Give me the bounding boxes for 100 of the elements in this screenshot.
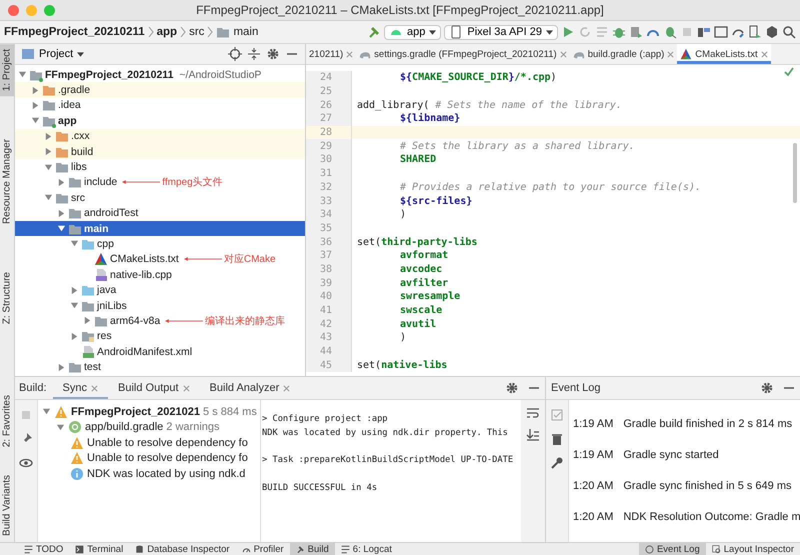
build-tree-item[interactable]: Unable to resolve dependency fo xyxy=(38,435,260,450)
expand-arrow-icon[interactable] xyxy=(70,286,79,295)
tree-item[interactable]: libs xyxy=(15,159,305,175)
close-icon[interactable] xyxy=(91,384,98,392)
wrap-icon[interactable] xyxy=(526,406,540,420)
close-icon[interactable] xyxy=(560,50,567,58)
eye-icon[interactable] xyxy=(19,456,33,470)
tree-item[interactable]: res xyxy=(15,328,305,344)
window-icon[interactable] xyxy=(714,25,728,39)
project-view-dropdown[interactable]: Project xyxy=(21,47,84,61)
build-tab[interactable]: Sync xyxy=(52,377,108,399)
collapse-arrow-icon[interactable] xyxy=(70,301,79,310)
hammer-icon[interactable] xyxy=(367,25,382,39)
tree-item[interactable]: app xyxy=(15,113,305,129)
side-tab[interactable]: Z: Structure xyxy=(0,267,14,330)
breadcrumb[interactable]: app xyxy=(156,26,178,38)
tree-item[interactable]: include ffmpeg头文件 xyxy=(15,174,305,190)
tree-item[interactable]: .idea xyxy=(15,98,305,114)
collapse-icon[interactable] xyxy=(247,47,261,61)
device-icon[interactable] xyxy=(748,25,762,39)
expand-arrow-icon[interactable] xyxy=(31,100,40,110)
build-tab[interactable]: Build Analyzer xyxy=(200,377,300,399)
breadcrumb[interactable]: FFmpegProject_20210211 xyxy=(4,26,145,38)
close-icon[interactable] xyxy=(667,50,674,58)
expand-arrow-icon[interactable] xyxy=(57,208,66,218)
bug-icon[interactable] xyxy=(663,25,677,39)
expand-arrow-icon[interactable] xyxy=(70,332,79,341)
side-tab[interactable]: 1: Project xyxy=(0,44,14,96)
tool-window-button[interactable]: Terminal xyxy=(69,543,130,555)
editor-tab[interactable]: 210211) xyxy=(306,44,356,64)
close-icon[interactable] xyxy=(182,384,190,392)
build-tree-item[interactable]: Unable to resolve dependency fo xyxy=(38,450,260,466)
expand-arrow-icon[interactable] xyxy=(83,316,92,326)
settings-icon[interactable] xyxy=(760,381,774,395)
target-icon[interactable] xyxy=(228,47,242,61)
tree-item[interactable]: .gradle xyxy=(15,82,305,98)
run-config-dropdown[interactable]: app xyxy=(384,24,442,40)
tree-item[interactable]: java xyxy=(15,282,305,298)
tree-item[interactable]: androidTest xyxy=(15,206,305,221)
editor-tab[interactable]: settings.gradle (FFmpegProject_20210211) xyxy=(356,44,570,64)
expand-arrow-icon[interactable] xyxy=(44,132,53,141)
structure-icon[interactable] xyxy=(697,25,711,39)
collapse-arrow-icon[interactable] xyxy=(57,224,66,234)
editor-tab[interactable]: build.gradle (:app) xyxy=(570,44,678,64)
tree-item[interactable]: src xyxy=(15,190,305,206)
close-icon[interactable] xyxy=(283,384,290,392)
expand-arrow-icon[interactable] xyxy=(57,362,66,372)
tree-item[interactable]: cpp xyxy=(15,236,305,252)
editor-tab[interactable]: CMakeLists.txt xyxy=(677,44,771,64)
build-tree-item[interactable]: NDK was located by using ndk.d xyxy=(38,466,260,482)
close-icon[interactable] xyxy=(346,50,354,58)
tree-item[interactable]: arm64-v8a 编译出来的静态库 xyxy=(15,313,305,329)
tool-window-button[interactable]: Profiler xyxy=(236,543,290,555)
build-tab[interactable]: Build Output xyxy=(108,377,200,399)
breadcrumb[interactable]: src xyxy=(189,26,204,38)
collapse-arrow-icon[interactable] xyxy=(44,162,53,172)
collapse-arrow-icon[interactable] xyxy=(18,70,27,80)
tool-window-button[interactable]: TODO xyxy=(18,543,70,555)
close-icon[interactable] xyxy=(760,50,768,58)
tool-window-button[interactable]: Database Inspector xyxy=(129,543,236,555)
checkbox-icon[interactable] xyxy=(550,408,564,422)
tree-item[interactable]: CMakeLists.txt 对应CMake xyxy=(15,252,305,268)
expand-arrow-icon[interactable] xyxy=(44,147,53,156)
search-icon[interactable] xyxy=(782,25,796,39)
tool-window-button[interactable]: Event Log xyxy=(638,543,706,555)
breadcrumb[interactable]: main xyxy=(233,26,258,38)
scrollbar-thumb[interactable] xyxy=(793,143,797,203)
tree-item[interactable]: jniLibs xyxy=(15,298,305,314)
tree-item[interactable]: main xyxy=(15,220,305,236)
expand-arrow-icon[interactable] xyxy=(31,86,40,95)
tool-window-button[interactable]: Layout Inspector xyxy=(706,543,800,555)
attach-icon[interactable] xyxy=(629,25,643,39)
tree-item[interactable]: FFmpegProject_20210211 ~/AndroidStudioP xyxy=(15,67,305,82)
collapse-arrow-icon[interactable] xyxy=(31,116,40,126)
collapse-arrow-icon[interactable] xyxy=(56,422,65,432)
tree-item[interactable]: native-lib.cpp xyxy=(15,267,305,282)
tool-window-button[interactable]: 6: Logcat xyxy=(334,543,398,555)
tree-item[interactable]: build xyxy=(15,144,305,160)
tool-window-button[interactable]: Build xyxy=(290,543,335,555)
tree-item[interactable]: AndroidManifest.xml xyxy=(15,344,305,360)
scroll-end-icon[interactable] xyxy=(526,428,540,442)
zoom-button[interactable] xyxy=(44,4,55,16)
collapse-arrow-icon[interactable] xyxy=(42,407,51,416)
settings-icon[interactable] xyxy=(505,381,519,395)
tree-item[interactable]: test xyxy=(15,359,305,375)
side-tab[interactable]: Resource Manager xyxy=(0,134,14,230)
close-button[interactable] xyxy=(8,4,19,16)
device-dropdown[interactable]: Pixel 3a API 29 xyxy=(444,24,558,40)
expand-arrow-icon[interactable] xyxy=(57,178,66,187)
side-tab[interactable]: 2: Favorites xyxy=(0,390,14,452)
build-tree-item[interactable]: FFmpegProject_2021021 5 s 884 ms xyxy=(38,404,260,420)
side-tab[interactable]: Build Variants xyxy=(0,470,14,542)
collapse-arrow-icon[interactable] xyxy=(44,193,53,202)
collapse-arrow-icon[interactable] xyxy=(70,239,79,248)
tree-item[interactable]: .cxx xyxy=(15,128,305,144)
wrench-icon[interactable] xyxy=(550,456,564,470)
build-tree-item[interactable]: app/build.gradle 2 warnings xyxy=(38,420,260,435)
run-icon[interactable] xyxy=(561,25,575,39)
trash-icon[interactable] xyxy=(550,432,564,446)
bug-icon[interactable] xyxy=(612,25,626,39)
